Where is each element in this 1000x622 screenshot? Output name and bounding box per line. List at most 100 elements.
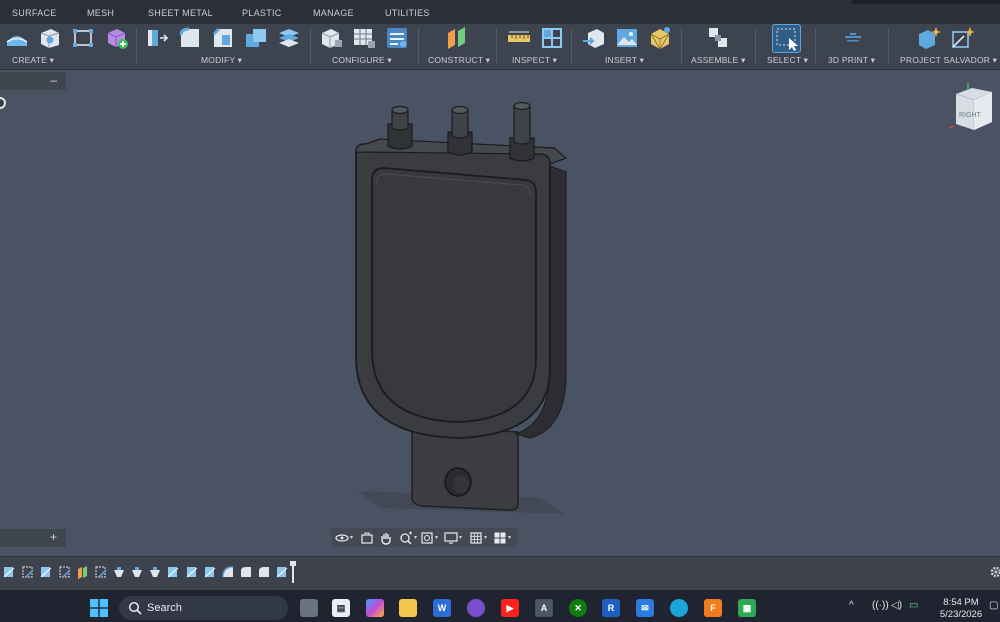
view-cube[interactable]: RIGHT: [946, 80, 1000, 140]
create-menu[interactable]: CREATE ▾: [12, 55, 54, 66]
timeline-feature[interactable]: [58, 565, 72, 579]
word-button[interactable]: W: [433, 599, 451, 617]
revit-button[interactable]: R: [602, 599, 620, 617]
select-menu[interactable]: SELECT ▾: [767, 55, 808, 66]
timeline-feature[interactable]: [203, 565, 217, 579]
modify-menu[interactable]: MODIFY ▾: [201, 55, 242, 66]
comments-expand-button[interactable]: +: [50, 530, 57, 544]
salvador-ai-button[interactable]: [916, 25, 942, 51]
task-view-button[interactable]: [300, 599, 318, 617]
pan-button[interactable]: [379, 530, 393, 545]
copilot-button[interactable]: [366, 599, 384, 617]
outlook-button[interactable]: ✉: [636, 599, 654, 617]
configuration-rules-button[interactable]: [384, 25, 410, 51]
display-settings-button[interactable]: ▾: [444, 530, 462, 545]
offset-face-button[interactable]: [276, 25, 302, 51]
browser-visibility-toggle[interactable]: [0, 97, 6, 109]
configure-menu[interactable]: CONFIGURE ▾: [332, 55, 392, 66]
config-rules-icon: [387, 28, 407, 48]
measure-button[interactable]: [506, 25, 532, 51]
timeline-feature[interactable]: [2, 565, 16, 579]
tab-sheet-metal[interactable]: SHEET METAL: [148, 8, 213, 18]
inspect-menu[interactable]: INSPECT ▾: [512, 55, 557, 66]
grid-settings-button[interactable]: ▾: [469, 530, 487, 545]
xbox-icon: ✕: [574, 602, 582, 613]
configuration-table-button[interactable]: [351, 25, 377, 51]
timeline-feature[interactable]: [148, 565, 162, 579]
volume-icon[interactable]: ◁): [891, 600, 902, 611]
autocad-button[interactable]: A: [535, 599, 553, 617]
timeline-feature[interactable]: [112, 565, 126, 579]
start-button[interactable]: [90, 599, 108, 617]
chamfer-button[interactable]: [210, 25, 236, 51]
profile-app-button[interactable]: [467, 599, 485, 617]
insert-mesh-button[interactable]: [647, 25, 673, 51]
box-button[interactable]: [37, 25, 63, 51]
canvas-button[interactable]: [614, 25, 640, 51]
battery-icon[interactable]: ▭: [909, 600, 918, 611]
press-pull-button[interactable]: [144, 25, 170, 51]
configure-button[interactable]: [318, 25, 344, 51]
tab-plastic[interactable]: PLASTIC: [242, 8, 282, 18]
timeline-feature[interactable]: [239, 565, 253, 579]
3d-print-button[interactable]: [840, 25, 866, 51]
construct-menu[interactable]: CONSTRUCT ▾: [428, 55, 490, 66]
tab-manage[interactable]: MANAGE: [313, 8, 354, 18]
3d-print-menu[interactable]: 3D PRINT ▾: [828, 55, 875, 66]
timeline-feature[interactable]: [94, 565, 108, 579]
browser-collapse-button[interactable]: –: [50, 73, 57, 87]
edge-button[interactable]: [670, 599, 688, 617]
microsoft-store-button[interactable]: ▤: [332, 599, 350, 617]
3d-model-body[interactable]: [340, 96, 580, 526]
fillet-button[interactable]: [177, 25, 203, 51]
tab-surface[interactable]: SURFACE: [12, 8, 57, 18]
timeline-marker[interactable]: [290, 561, 296, 583]
combine-button[interactable]: [243, 25, 269, 51]
tab-mesh[interactable]: MESH: [87, 8, 114, 18]
insert-arrow-icon: [583, 29, 604, 48]
fit-view-icon: [421, 531, 433, 544]
viewports-button[interactable]: ▾: [493, 530, 511, 545]
project-salvador-menu[interactable]: PROJECT SALVADOR ▾: [900, 55, 997, 66]
file-explorer-button[interactable]: [399, 599, 417, 617]
timeline-feature[interactable]: [130, 565, 144, 579]
offset-plane-button[interactable]: [444, 25, 470, 51]
tray-overflow-chevron-icon[interactable]: ^: [849, 600, 854, 611]
select-button[interactable]: [772, 24, 801, 53]
notification-icon[interactable]: ▢: [989, 600, 998, 611]
timeline-feature[interactable]: [21, 565, 35, 579]
youtube-button[interactable]: ▶: [501, 599, 519, 617]
timeline-feature[interactable]: [275, 565, 289, 579]
zoom-button[interactable]: ▾: [399, 530, 417, 545]
clock[interactable]: 8:54 PM 5/23/2026: [933, 597, 989, 621]
fit-button[interactable]: ▾: [420, 530, 438, 545]
salvador-sketch-button[interactable]: [950, 25, 976, 51]
mail-icon: ✉: [641, 602, 649, 613]
timeline-feature[interactable]: [257, 565, 271, 579]
timeline-feature[interactable]: [221, 565, 235, 579]
sketch-outline-icon: [95, 566, 107, 578]
section-analysis-button[interactable]: [539, 25, 565, 51]
look-at-button[interactable]: [360, 530, 374, 545]
tab-utilities[interactable]: UTILITIES: [385, 8, 430, 18]
fusion-button[interactable]: F: [704, 599, 722, 617]
app-green-button[interactable]: ▦: [738, 599, 756, 617]
pattern-button[interactable]: [70, 25, 96, 51]
orbit-button[interactable]: ▾: [335, 530, 353, 545]
create-component-button[interactable]: [103, 25, 129, 51]
ribbon-separator: [418, 28, 419, 64]
assemble-menu[interactable]: ASSEMBLE ▾: [691, 55, 745, 66]
timeline-feature[interactable]: [39, 565, 53, 579]
ribbon-separator: [136, 28, 137, 64]
joint-button[interactable]: [705, 25, 731, 51]
taskbar-search[interactable]: Search: [119, 596, 288, 620]
timeline-feature[interactable]: [185, 565, 199, 579]
timeline-feature[interactable]: [76, 565, 90, 579]
insert-menu[interactable]: INSERT ▾: [605, 55, 644, 66]
create-form-button[interactable]: [4, 25, 30, 51]
insert-derive-button[interactable]: [581, 25, 607, 51]
wifi-icon[interactable]: ((·)): [872, 600, 889, 611]
timeline-settings-button[interactable]: [989, 565, 1000, 579]
timeline-feature[interactable]: [166, 565, 180, 579]
xbox-button[interactable]: ✕: [569, 599, 587, 617]
